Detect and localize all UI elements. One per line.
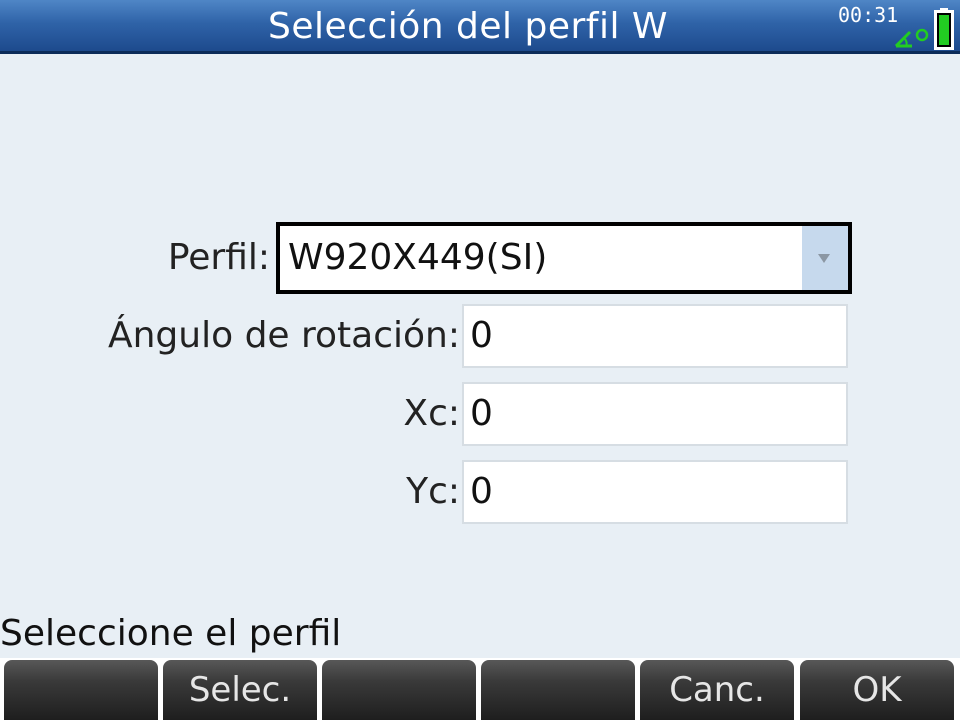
dropdown-arrow-icon bbox=[818, 254, 830, 263]
ok-button[interactable]: OK bbox=[800, 660, 954, 720]
battery-icon bbox=[934, 8, 954, 50]
profile-select[interactable]: W920X449(SI) bbox=[276, 222, 852, 294]
xc-value: 0 bbox=[470, 393, 493, 434]
angle-mode-icon bbox=[894, 28, 929, 48]
rotation-angle-value: 0 bbox=[470, 315, 493, 356]
profile-label: Perfil: bbox=[167, 237, 270, 278]
dropdown-button[interactable] bbox=[802, 226, 848, 290]
yc-label: Yc: bbox=[406, 471, 460, 512]
menu-button-1[interactable] bbox=[4, 660, 158, 720]
rotation-angle-field[interactable]: 0 bbox=[462, 304, 848, 368]
profile-value: W920X449(SI) bbox=[288, 237, 548, 278]
title-bar: Selección del perfil W 00:31 bbox=[0, 0, 960, 54]
soft-menu-bar: Selec. Canc. OK bbox=[0, 658, 960, 720]
xc-field[interactable]: 0 bbox=[462, 382, 848, 446]
xc-label: Xc: bbox=[403, 393, 460, 434]
cancel-button[interactable]: Canc. bbox=[640, 660, 794, 720]
rotation-label: Ángulo de rotación: bbox=[107, 315, 460, 356]
select-button[interactable]: Selec. bbox=[163, 660, 317, 720]
yc-value: 0 bbox=[470, 471, 493, 512]
clock: 00:31 bbox=[838, 3, 899, 27]
menu-button-4[interactable] bbox=[481, 660, 635, 720]
menu-button-3[interactable] bbox=[322, 660, 476, 720]
page-title: Selección del perfil W bbox=[268, 6, 668, 47]
yc-field[interactable]: 0 bbox=[462, 460, 848, 524]
help-text: Seleccione el perfil bbox=[0, 613, 342, 654]
